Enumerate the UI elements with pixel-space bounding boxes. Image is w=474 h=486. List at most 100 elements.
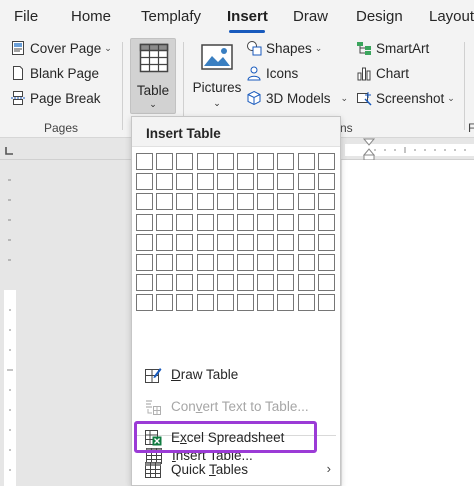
table-grid-cell[interactable] bbox=[318, 274, 335, 291]
table-grid-cell[interactable] bbox=[156, 234, 173, 251]
table-grid-cell[interactable] bbox=[217, 214, 234, 231]
table-grid-cell[interactable] bbox=[237, 214, 254, 231]
table-grid-cell[interactable] bbox=[277, 173, 294, 190]
screenshot-button[interactable]: Screenshot ⌄ bbox=[356, 90, 455, 106]
pictures-button[interactable]: Pictures ⌄ bbox=[192, 42, 242, 122]
table-grid-cell[interactable] bbox=[318, 193, 335, 210]
table-grid-cell[interactable] bbox=[277, 234, 294, 251]
table-grid-cell[interactable] bbox=[298, 234, 315, 251]
shapes-button[interactable]: Shapes ⌄ bbox=[246, 40, 322, 56]
table-grid-cell[interactable] bbox=[156, 214, 173, 231]
table-grid-cell[interactable] bbox=[257, 274, 274, 291]
table-grid-cell[interactable] bbox=[318, 294, 335, 311]
table-grid-cell[interactable] bbox=[176, 234, 193, 251]
table-grid-cell[interactable] bbox=[136, 193, 153, 210]
table-grid-cell[interactable] bbox=[176, 294, 193, 311]
table-grid-cell[interactable] bbox=[257, 294, 274, 311]
table-button[interactable]: Table ⌄ bbox=[130, 38, 176, 114]
table-grid-cell[interactable] bbox=[197, 173, 214, 190]
table-grid-cell[interactable] bbox=[136, 153, 153, 170]
table-grid-cell[interactable] bbox=[176, 254, 193, 271]
smartart-button[interactable]: SmartArt bbox=[356, 40, 429, 56]
tab-insert[interactable]: Insert bbox=[227, 8, 268, 25]
table-grid-cell[interactable] bbox=[136, 234, 153, 251]
table-grid-cell[interactable] bbox=[237, 193, 254, 210]
indent-marker-icon[interactable] bbox=[362, 138, 376, 162]
table-grid-cell[interactable] bbox=[298, 214, 315, 231]
table-grid-cell[interactable] bbox=[237, 294, 254, 311]
table-grid-cell[interactable] bbox=[156, 153, 173, 170]
table-grid-cell[interactable] bbox=[237, 153, 254, 170]
table-grid-cell[interactable] bbox=[257, 214, 274, 231]
table-grid-cell[interactable] bbox=[136, 294, 153, 311]
table-grid-cell[interactable] bbox=[318, 254, 335, 271]
document-page[interactable] bbox=[342, 160, 474, 486]
table-grid-cell[interactable] bbox=[217, 193, 234, 210]
table-grid-cell[interactable] bbox=[197, 254, 214, 271]
table-grid-cell[interactable] bbox=[217, 153, 234, 170]
table-grid-cell[interactable] bbox=[298, 274, 315, 291]
tab-layout[interactable]: Layout bbox=[429, 8, 474, 25]
table-grid-cell[interactable] bbox=[298, 193, 315, 210]
table-grid-cell[interactable] bbox=[136, 274, 153, 291]
table-grid-cell[interactable] bbox=[277, 153, 294, 170]
menu-item-quick-tables[interactable]: Quick Tables › bbox=[131, 454, 341, 486]
table-grid-cell[interactable] bbox=[197, 214, 214, 231]
table-grid-cell[interactable] bbox=[277, 294, 294, 311]
table-grid-cell[interactable] bbox=[217, 173, 234, 190]
table-grid-cell[interactable] bbox=[136, 254, 153, 271]
table-grid-cell[interactable] bbox=[298, 173, 315, 190]
table-grid-cell[interactable] bbox=[298, 153, 315, 170]
tab-file[interactable]: File bbox=[14, 8, 38, 25]
table-grid-cell[interactable] bbox=[277, 254, 294, 271]
table-grid-cell[interactable] bbox=[318, 234, 335, 251]
table-grid-cell[interactable] bbox=[136, 173, 153, 190]
table-grid-cell[interactable] bbox=[176, 153, 193, 170]
table-grid-cell[interactable] bbox=[176, 274, 193, 291]
table-grid-cell[interactable] bbox=[277, 274, 294, 291]
table-grid-cell[interactable] bbox=[217, 274, 234, 291]
tab-home[interactable]: Home bbox=[71, 8, 111, 25]
tab-draw[interactable]: Draw bbox=[293, 8, 328, 25]
table-grid-cell[interactable] bbox=[197, 193, 214, 210]
table-grid-cell[interactable] bbox=[237, 173, 254, 190]
tab-design[interactable]: Design bbox=[356, 8, 403, 25]
table-grid-cell[interactable] bbox=[156, 173, 173, 190]
table-grid-cell[interactable] bbox=[217, 234, 234, 251]
chart-button[interactable]: Chart bbox=[356, 65, 409, 81]
table-grid-cell[interactable] bbox=[237, 254, 254, 271]
table-grid-cell[interactable] bbox=[257, 193, 274, 210]
table-grid-cell[interactable] bbox=[318, 153, 335, 170]
table-grid-cell[interactable] bbox=[257, 234, 274, 251]
table-grid-cell[interactable] bbox=[156, 274, 173, 291]
table-grid-cell[interactable] bbox=[318, 214, 335, 231]
page-break-button[interactable]: Page Break bbox=[10, 90, 101, 106]
table-grid-cell[interactable] bbox=[156, 254, 173, 271]
3d-models-button[interactable]: 3D Models ⌄ bbox=[246, 90, 348, 106]
table-grid-cell[interactable] bbox=[217, 294, 234, 311]
table-grid-cell[interactable] bbox=[197, 294, 214, 311]
table-grid-cell[interactable] bbox=[237, 274, 254, 291]
table-grid-cell[interactable] bbox=[217, 254, 234, 271]
table-grid-cell[interactable] bbox=[156, 193, 173, 210]
tab-templafy[interactable]: Templafy bbox=[141, 8, 201, 25]
table-grid-cell[interactable] bbox=[156, 294, 173, 311]
table-grid-cell[interactable] bbox=[277, 214, 294, 231]
table-grid-cell[interactable] bbox=[176, 173, 193, 190]
icons-button[interactable]: Icons bbox=[246, 65, 298, 81]
table-grid-cell[interactable] bbox=[277, 193, 294, 210]
menu-item-draw-table[interactable]: Draw Table bbox=[131, 359, 341, 391]
tab-selector-icon[interactable] bbox=[3, 145, 15, 157]
table-grid-cell[interactable] bbox=[176, 193, 193, 210]
table-grid-cell[interactable] bbox=[176, 214, 193, 231]
blank-page-button[interactable]: Blank Page bbox=[10, 65, 99, 81]
table-grid-cell[interactable] bbox=[257, 254, 274, 271]
table-grid-cell[interactable] bbox=[298, 254, 315, 271]
table-grid-cell[interactable] bbox=[197, 234, 214, 251]
table-grid-cell[interactable] bbox=[197, 274, 214, 291]
table-grid-cell[interactable] bbox=[237, 234, 254, 251]
table-grid-cell[interactable] bbox=[197, 153, 214, 170]
table-grid-cell[interactable] bbox=[136, 214, 153, 231]
table-grid-cell[interactable] bbox=[257, 173, 274, 190]
table-grid-cell[interactable] bbox=[298, 294, 315, 311]
